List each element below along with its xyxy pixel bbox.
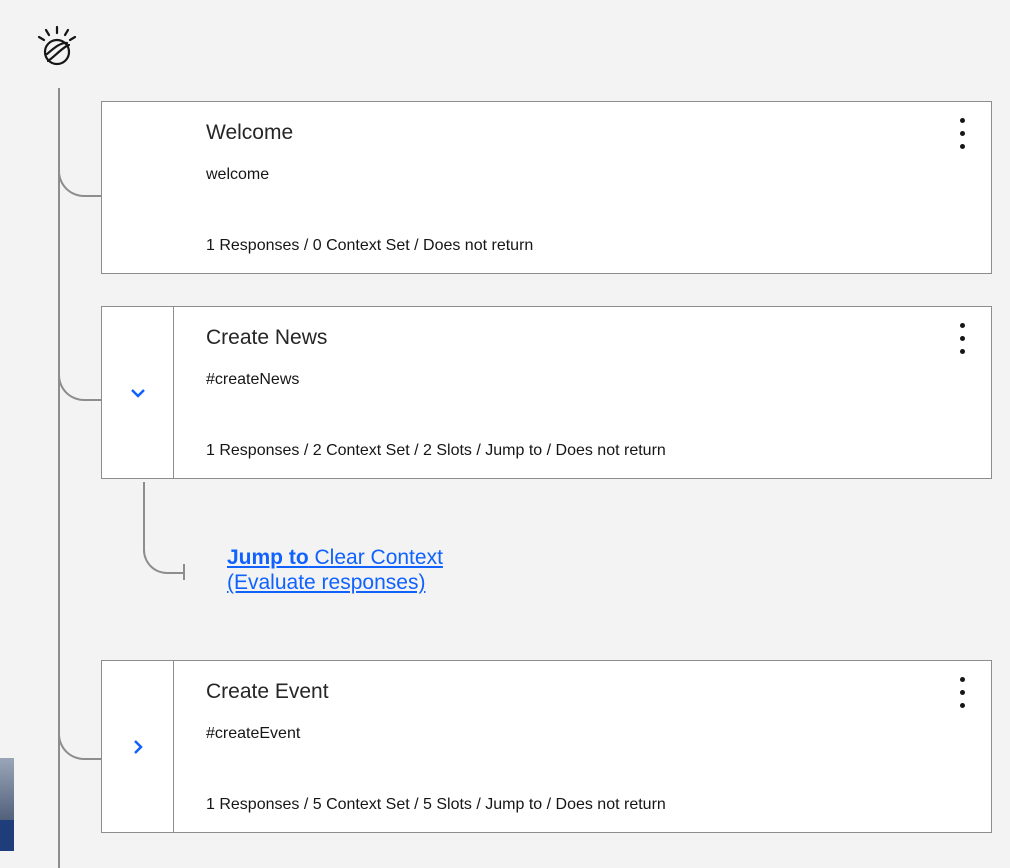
- dialog-tree-line: [58, 88, 60, 868]
- node-title: Create News: [206, 326, 328, 349]
- jump-mode: (Evaluate responses): [227, 571, 426, 594]
- tree-connector: [58, 345, 102, 401]
- node-title: Create Event: [206, 680, 329, 703]
- ibm-watson-logo-icon: [37, 25, 77, 66]
- node-title: Welcome: [206, 121, 294, 144]
- dialog-node-create-event[interactable]: Create Event #createEvent 1 Responses / …: [101, 660, 992, 833]
- jump-target: Clear Context: [314, 546, 443, 569]
- overflow-menu-icon[interactable]: [955, 321, 969, 357]
- jump-to-link[interactable]: Jump to Clear Context (Evaluate response…: [227, 545, 443, 595]
- overflow-menu-icon[interactable]: [955, 116, 969, 152]
- node-condition: #createNews: [206, 371, 300, 388]
- child-connector: [143, 482, 185, 574]
- dialog-node-create-news[interactable]: Create News #createNews 1 Responses / 2 …: [101, 306, 992, 479]
- tree-connector: [58, 140, 102, 197]
- chevron-right-icon: [133, 739, 143, 754]
- tree-connector: [58, 700, 102, 760]
- expand-toggle[interactable]: [102, 307, 174, 478]
- node-summary: 1 Responses / 2 Context Set / 2 Slots / …: [206, 442, 666, 459]
- background-fragment: [0, 820, 14, 851]
- jump-to-label: Jump to: [227, 546, 309, 569]
- node-summary: 1 Responses / 0 Context Set / Does not r…: [206, 237, 534, 254]
- dialog-node-welcome[interactable]: Welcome welcome 1 Responses / 0 Context …: [101, 101, 992, 274]
- node-condition: welcome: [206, 166, 270, 183]
- child-connector-end: [183, 564, 185, 580]
- overflow-menu-icon[interactable]: [955, 675, 969, 711]
- chevron-down-icon: [130, 388, 145, 398]
- node-summary: 1 Responses / 5 Context Set / 5 Slots / …: [206, 796, 666, 813]
- node-condition: #createEvent: [206, 725, 301, 742]
- expand-toggle[interactable]: [102, 661, 174, 832]
